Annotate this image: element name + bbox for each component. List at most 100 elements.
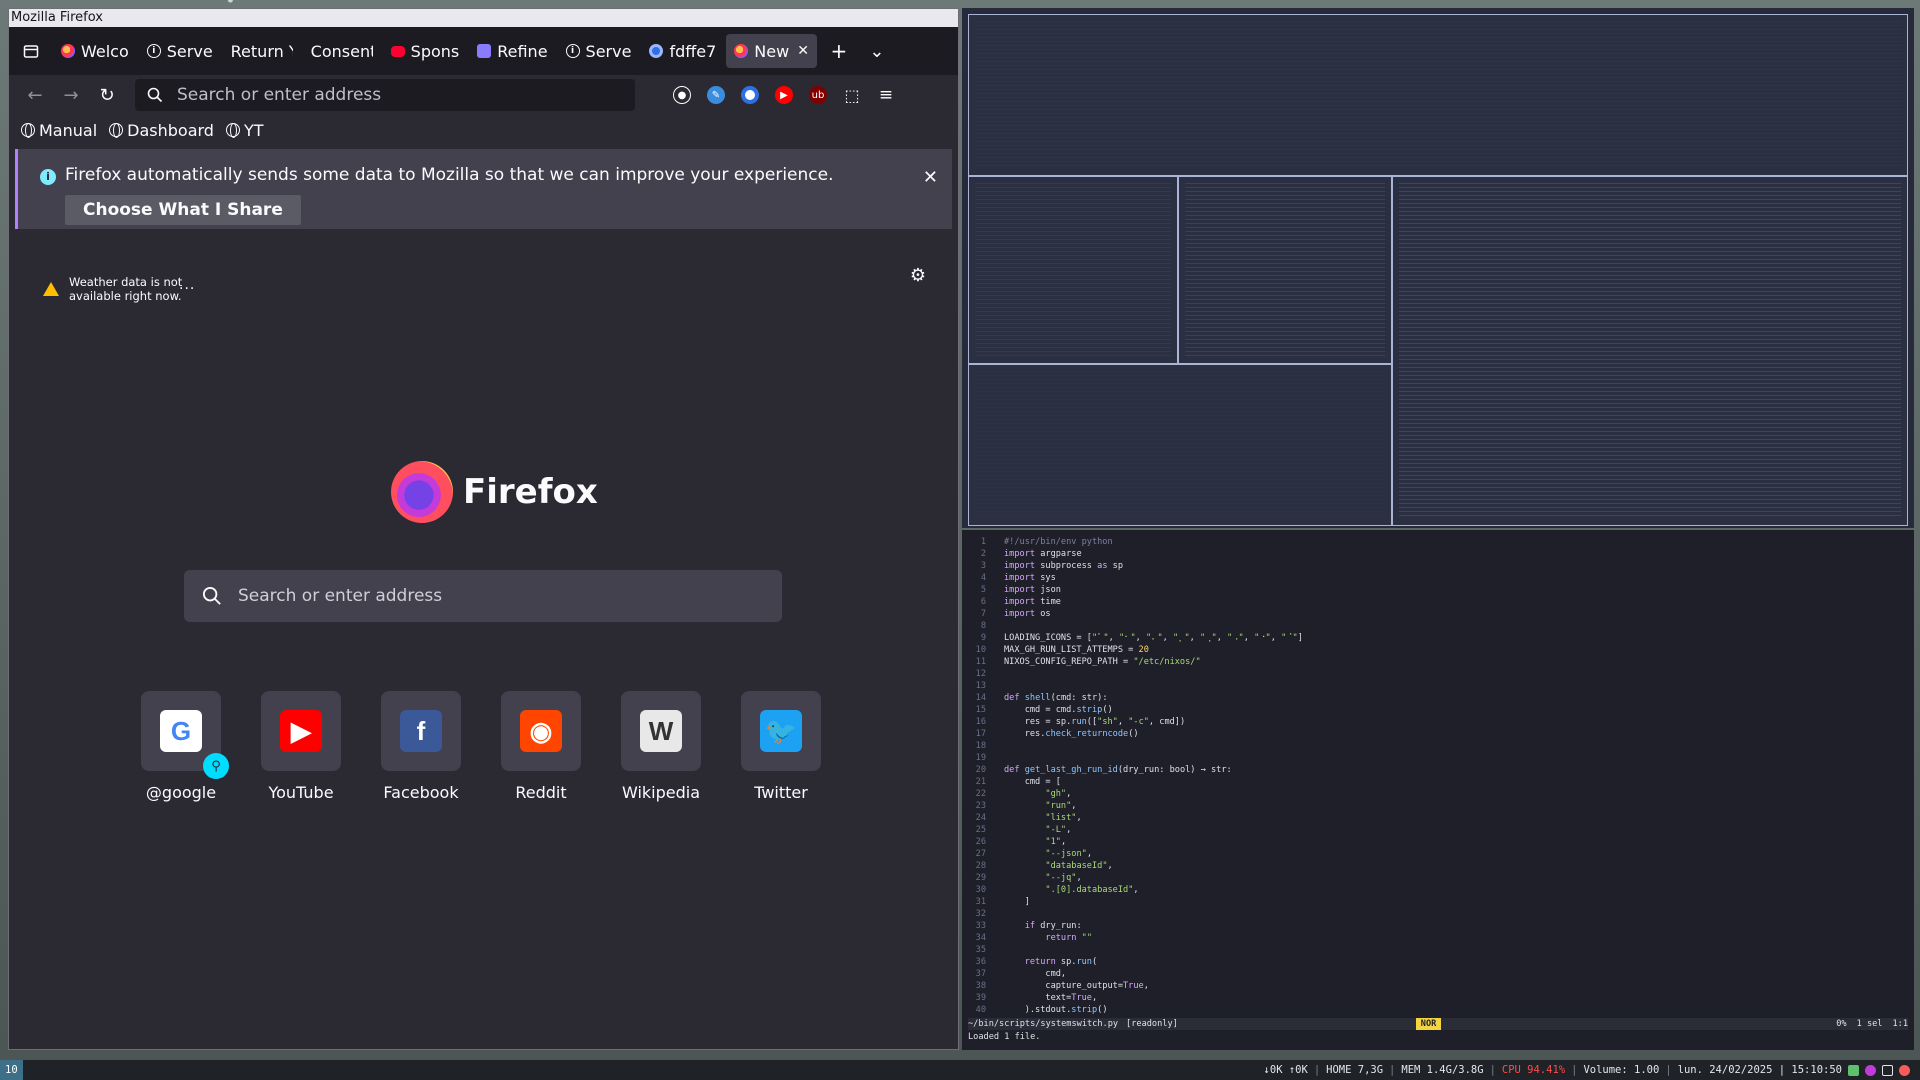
status-mode-badge: NOR: [1415, 1018, 1442, 1030]
close-icon[interactable]: ✕: [923, 167, 938, 188]
code-line[interactable]: "databaseId",: [1004, 860, 1904, 872]
top-site-tile[interactable]: G ⚲: [141, 691, 229, 779]
code-line[interactable]: capture_output=True,: [1004, 980, 1904, 992]
code-line[interactable]: import time: [1004, 596, 1904, 608]
tray-app-icon[interactable]: [1865, 1064, 1876, 1076]
code-line[interactable]: LOADING_ICONS = ["⠁", "⠂", "⠄", "⡀", "⢀"…: [1004, 632, 1904, 644]
code-line[interactable]: cmd,: [1004, 968, 1904, 980]
firefox-view-button[interactable]: [15, 35, 47, 67]
extension-ublock-icon[interactable]: ub: [809, 86, 827, 104]
code-line[interactable]: [1004, 752, 1904, 764]
top-site-tile[interactable]: ◉: [501, 691, 581, 771]
content-search-input[interactable]: Search or enter address: [184, 570, 782, 622]
code-editor[interactable]: 1 2 3 4 5 6 7 8 9 10 11 12 13 14 15 16 17 18 19 20 21 22 23 24 2…: [962, 530, 1914, 1050]
code-line[interactable]: cmd = cmd.strip(): [1004, 704, 1904, 716]
code-line[interactable]: import argparse: [1004, 548, 1904, 560]
code-line[interactable]: [1004, 680, 1904, 692]
code-line[interactable]: return sp.run(: [1004, 956, 1904, 968]
code-line[interactable]: [1004, 620, 1904, 632]
top-site-tile[interactable]: f: [381, 691, 461, 771]
code-line[interactable]: return "": [1004, 932, 1904, 944]
code-line[interactable]: "1",: [1004, 836, 1904, 848]
code-line[interactable]: ).stdout.strip(): [1004, 1004, 1904, 1016]
tab-0[interactable]: Welco: [53, 34, 137, 68]
menu-hamburger-icon[interactable]: ≡: [877, 85, 895, 105]
code-line[interactable]: ".[0].databaseId",: [1004, 884, 1904, 896]
code-line[interactable]: #!/usr/bin/env python: [1004, 536, 1904, 548]
code-line[interactable]: [1004, 908, 1904, 920]
tab-8[interactable]: New ✕: [726, 34, 817, 68]
code-line[interactable]: cmd = [: [1004, 776, 1904, 788]
tab-1[interactable]: i Serve: [139, 34, 221, 68]
top-site-YouTube[interactable]: ▶ YouTube: [261, 691, 341, 802]
extension-youtube-icon[interactable]: ▶: [775, 86, 793, 104]
extensions-puzzle-icon[interactable]: ⬚: [843, 86, 861, 105]
bookmark-dashboard[interactable]: Dashboard: [109, 121, 214, 140]
top-site-Facebook[interactable]: f Facebook: [381, 691, 461, 802]
code-buffer[interactable]: #!/usr/bin/env python import argparse impo…: [1004, 536, 1904, 1016]
tab-4[interactable]: Spons: [383, 34, 468, 68]
volume-status[interactable]: Volume: 1.00: [1583, 1064, 1659, 1076]
top-site-tile[interactable]: ▶: [261, 691, 341, 771]
overview-window[interactable]: [968, 176, 1178, 364]
gear-icon[interactable]: ⚙: [910, 265, 926, 286]
code-line[interactable]: [1004, 668, 1904, 680]
code-line[interactable]: "--json",: [1004, 848, 1904, 860]
list-all-tabs-button[interactable]: ⌄: [861, 35, 893, 67]
overview-window[interactable]: [1392, 176, 1908, 526]
code-line[interactable]: def shell(cmd: str):: [1004, 692, 1904, 704]
tab-3[interactable]: Consent: [303, 34, 381, 68]
top-site-google[interactable]: G ⚲ @google: [141, 691, 229, 802]
code-line[interactable]: [1004, 740, 1904, 752]
code-line[interactable]: res.check_returncode(): [1004, 728, 1904, 740]
tab-label: Consent: [310, 41, 373, 61]
code-line[interactable]: NIXOS_CONFIG_REPO_PATH = "/etc/nixos/": [1004, 656, 1904, 668]
choose-what-i-share-button[interactable]: Choose What I Share: [65, 195, 301, 225]
code-line[interactable]: def get_last_gh_run_id(dry_run: bool) → …: [1004, 764, 1904, 776]
code-line[interactable]: import os: [1004, 608, 1904, 620]
tray-display-icon[interactable]: [1882, 1064, 1893, 1076]
code-line[interactable]: ]: [1004, 896, 1904, 908]
code-line[interactable]: "gh",: [1004, 788, 1904, 800]
tray-alert-icon[interactable]: [1899, 1064, 1910, 1076]
overview-window[interactable]: [968, 364, 1392, 526]
top-site-tile[interactable]: 🐦: [741, 691, 821, 771]
close-icon[interactable]: ✕: [797, 43, 809, 59]
top-site-Twitter[interactable]: 🐦 Twitter: [741, 691, 821, 802]
overview-window[interactable]: [968, 14, 1908, 176]
bookmark-yt[interactable]: YT: [225, 121, 264, 140]
tray-network-icon[interactable]: [1848, 1064, 1859, 1076]
code-line[interactable]: res = sp.run(["sh", "-c", cmd]): [1004, 716, 1904, 728]
code-line[interactable]: import sys: [1004, 572, 1904, 584]
extension-circle-icon[interactable]: [741, 86, 759, 104]
code-line[interactable]: import json: [1004, 584, 1904, 596]
code-line[interactable]: "--jq",: [1004, 872, 1904, 884]
url-bar[interactable]: Search or enter address: [135, 79, 635, 111]
code-line[interactable]: import subprocess as sp: [1004, 560, 1904, 572]
overview-window[interactable]: [1178, 176, 1392, 364]
extension-feather-icon[interactable]: ✎: [707, 86, 725, 104]
code-line[interactable]: "list",: [1004, 812, 1904, 824]
top-site-Wikipedia[interactable]: W Wikipedia: [621, 691, 701, 802]
tab-2[interactable]: Return Yo: [223, 34, 301, 68]
tab-7[interactable]: fdffe7: [641, 34, 724, 68]
reload-button[interactable]: ↻: [89, 79, 125, 111]
bookmark-manual[interactable]: Manual: [21, 121, 97, 140]
account-icon[interactable]: ●: [673, 86, 691, 104]
workspace-indicator[interactable]: 10: [0, 1060, 23, 1080]
top-site-Reddit[interactable]: ◉ Reddit: [501, 691, 581, 802]
code-line[interactable]: MAX_GH_RUN_LIST_ATTEMPS = 20: [1004, 644, 1904, 656]
forward-button[interactable]: →: [53, 79, 89, 111]
top-site-tile[interactable]: W: [621, 691, 701, 771]
back-button[interactable]: ←: [17, 79, 53, 111]
tab-5[interactable]: Refine: [469, 34, 555, 68]
code-line[interactable]: [1004, 944, 1904, 956]
weather-message: Weather data is not available right now.: [69, 275, 183, 303]
code-line[interactable]: "-L",: [1004, 824, 1904, 836]
code-line[interactable]: "run",: [1004, 800, 1904, 812]
weather-more-button[interactable]: ...: [179, 277, 195, 293]
code-line[interactable]: text=True,: [1004, 992, 1904, 1004]
tab-6[interactable]: i Serve: [558, 34, 640, 68]
code-line[interactable]: if dry_run:: [1004, 920, 1904, 932]
new-tab-button[interactable]: +: [823, 35, 855, 67]
